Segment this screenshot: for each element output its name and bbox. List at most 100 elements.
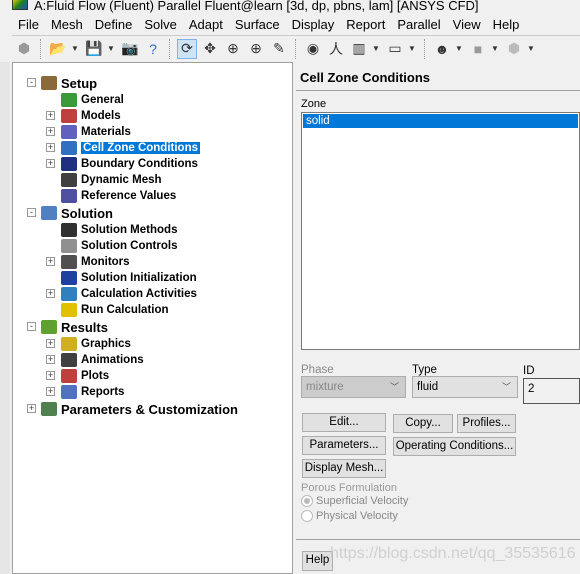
- zone-list-item[interactable]: solid: [303, 114, 578, 128]
- chevron-down-icon[interactable]: ▼: [372, 44, 382, 53]
- menu-file[interactable]: File: [12, 16, 45, 34]
- rotate-icon[interactable]: ⟳: [177, 38, 197, 59]
- view-icon[interactable]: ▭: [385, 39, 405, 59]
- tree-item-parameters-customization[interactable]: + Parameters & Customization: [27, 401, 238, 417]
- menu-parallel[interactable]: Parallel: [391, 16, 446, 34]
- chevron-down-icon[interactable]: ▼: [455, 44, 465, 53]
- tree-item-boundary-conditions[interactable]: + Boundary Conditions: [46, 156, 198, 172]
- setup-icon: [41, 76, 57, 90]
- expand-icon[interactable]: +: [27, 404, 36, 413]
- menu-adapt[interactable]: Adapt: [183, 16, 229, 34]
- tree-item-label: Run Calculation: [81, 304, 169, 316]
- radio-button: [301, 495, 313, 507]
- expand-icon[interactable]: +: [46, 355, 55, 364]
- type-select[interactable]: fluid ﹀: [412, 376, 518, 398]
- help-button[interactable]: Help: [302, 551, 333, 571]
- menu-surface[interactable]: Surface: [229, 16, 286, 34]
- zoom-in-icon[interactable]: ⊕: [246, 39, 266, 59]
- chevron-down-icon[interactable]: ▼: [107, 44, 117, 53]
- tree-item-plots[interactable]: + Plots: [46, 368, 109, 384]
- operating-conditions-button[interactable]: Operating Conditions...: [393, 437, 516, 456]
- layout-icon[interactable]: ▥: [349, 39, 369, 59]
- color-icon[interactable]: ■: [468, 39, 488, 59]
- menu-define[interactable]: Define: [89, 16, 139, 34]
- chevron-down-icon[interactable]: ▼: [527, 44, 537, 53]
- expand-icon[interactable]: +: [46, 257, 55, 266]
- expand-icon[interactable]: +: [46, 127, 55, 136]
- tree-item-solution-methods[interactable]: Solution Methods: [61, 222, 177, 238]
- camera-icon[interactable]: 📷: [120, 39, 140, 59]
- save-icon[interactable]: 💾: [84, 39, 104, 59]
- profiles-button[interactable]: Profiles...: [457, 414, 516, 433]
- chevron-down-icon[interactable]: ▼: [491, 44, 501, 53]
- tree-item-materials[interactable]: + Materials: [46, 124, 131, 140]
- menu-report[interactable]: Report: [340, 16, 391, 34]
- help-icon[interactable]: ?: [143, 39, 163, 59]
- tree-item-label: Parameters & Customization: [61, 401, 238, 417]
- edit-button[interactable]: Edit...: [302, 413, 386, 432]
- lights-icon[interactable]: ☻: [432, 39, 452, 59]
- axes-icon[interactable]: 人: [326, 39, 346, 59]
- tree-item-solution-initialization[interactable]: Solution Initialization: [61, 270, 197, 286]
- calculation-activities-icon: [61, 287, 77, 301]
- stop-icon[interactable]: ⬢: [14, 39, 34, 59]
- window-title: A:Fluid Flow (Fluent) Parallel Fluent@le…: [0, 0, 580, 14]
- tree-item-monitors[interactable]: + Monitors: [46, 254, 130, 270]
- tree-item-label: Animations: [81, 354, 144, 366]
- expand-icon[interactable]: +: [46, 159, 55, 168]
- menu-bar: File Mesh Define Solve Adapt Surface Display Re…: [12, 16, 525, 34]
- open-folder-icon[interactable]: 📂: [48, 39, 68, 59]
- tree-item-calculation-activities[interactable]: + Calculation Activities: [46, 286, 197, 302]
- tree-item-label: Dynamic Mesh: [81, 174, 162, 186]
- monitors-icon: [61, 255, 77, 269]
- menu-solve[interactable]: Solve: [138, 16, 183, 34]
- id-field[interactable]: 2: [523, 378, 580, 404]
- expand-icon[interactable]: +: [46, 387, 55, 396]
- collapse-icon[interactable]: -: [27, 322, 36, 331]
- menu-help[interactable]: Help: [487, 16, 526, 34]
- expand-icon[interactable]: +: [46, 289, 55, 298]
- reference-values-icon: [61, 189, 77, 203]
- menu-mesh[interactable]: Mesh: [45, 16, 89, 34]
- zone-list[interactable]: solid: [301, 112, 580, 350]
- tree-item-dynamic-mesh[interactable]: Dynamic Mesh: [61, 172, 162, 188]
- tree-item-animations[interactable]: + Animations: [46, 352, 144, 368]
- pan-icon[interactable]: ✥: [200, 39, 220, 59]
- solution-methods-icon: [61, 223, 77, 237]
- expand-icon[interactable]: +: [46, 111, 55, 120]
- tree-item-results[interactable]: - Results: [27, 319, 108, 335]
- tree-item-solution[interactable]: - Solution: [27, 205, 113, 221]
- left-gutter: [0, 62, 10, 574]
- tree-item-general[interactable]: General: [61, 92, 124, 108]
- expand-icon[interactable]: +: [46, 371, 55, 380]
- parameters-customization-icon: [41, 402, 57, 416]
- tree-item-label: Monitors: [81, 256, 130, 268]
- chevron-down-icon[interactable]: ▼: [408, 44, 418, 53]
- zoom-fit-icon[interactable]: ◉: [303, 39, 323, 59]
- menu-view[interactable]: View: [447, 16, 487, 34]
- tree-item-solution-controls[interactable]: Solution Controls: [61, 238, 177, 254]
- probe-icon[interactable]: ✎: [269, 39, 289, 59]
- expand-icon[interactable]: +: [46, 143, 55, 152]
- tree-item-graphics[interactable]: + Graphics: [46, 336, 131, 352]
- results-icon: [41, 320, 57, 334]
- collapse-icon[interactable]: -: [27, 208, 36, 217]
- expand-icon[interactable]: +: [46, 339, 55, 348]
- collapse-icon[interactable]: -: [27, 78, 36, 87]
- chevron-down-icon[interactable]: ▼: [71, 44, 81, 53]
- tree-item-run-calculation[interactable]: Run Calculation: [61, 302, 169, 318]
- tree-item-label: Solution Initialization: [81, 272, 197, 284]
- display-mesh-button[interactable]: Display Mesh...: [302, 459, 386, 478]
- copy-button[interactable]: Copy...: [393, 414, 453, 433]
- tree-item-models[interactable]: + Models: [46, 108, 121, 124]
- tree-item-setup[interactable]: - Setup: [27, 75, 97, 91]
- tree-item-reference-values[interactable]: Reference Values: [61, 188, 176, 204]
- cube-icon[interactable]: ⬢: [504, 39, 524, 59]
- menu-display[interactable]: Display: [286, 16, 341, 34]
- zoom-icon[interactable]: ⊕: [223, 39, 243, 59]
- parameters-button[interactable]: Parameters...: [302, 436, 386, 455]
- tree-item-reports[interactable]: + Reports: [46, 384, 124, 400]
- tree-item-cell-zone-conditions[interactable]: + Cell Zone Conditions: [46, 140, 200, 156]
- models-icon: [61, 109, 77, 123]
- navigation-tree-panel: - Setup General + Models + Materials + Cell Zone…: [12, 62, 293, 574]
